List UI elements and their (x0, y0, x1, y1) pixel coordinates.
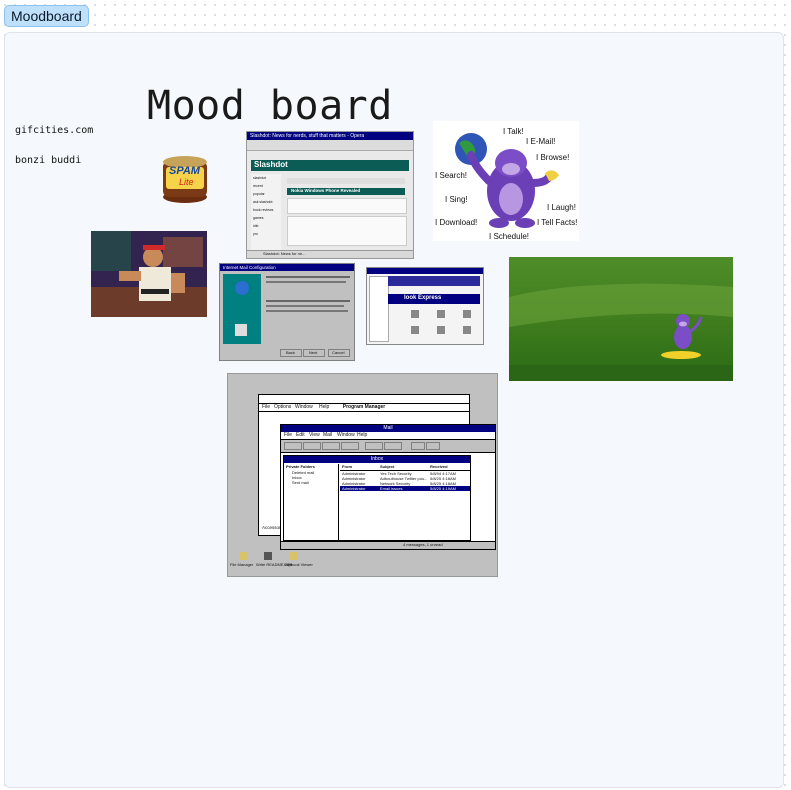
bonzi-speech: I E-Mail! (526, 137, 556, 146)
bonzi-speech: I Download! (435, 218, 478, 227)
bonzi-speech: I Browse! (536, 153, 570, 162)
back-button[interactable]: Back (286, 350, 295, 355)
folder-item[interactable]: Sent mail (292, 480, 309, 485)
mail-menu-file[interactable]: File (284, 432, 292, 438)
inbox-title: Inbox (284, 456, 470, 463)
file-manager-icon[interactable] (234, 552, 254, 560)
win31-mail-screenshot[interactable]: Program Manager File Options Window Help… (227, 373, 498, 577)
internet-mail-config-screenshot[interactable]: Internet Mail Configuration Back Next Ca… (219, 263, 355, 361)
bonzi-speech: I Sing! (445, 195, 468, 204)
outlook-express-screenshot[interactable]: look Express (366, 267, 484, 345)
slashdot-logo: Slashdot (254, 160, 288, 169)
next-button[interactable]: Next (309, 350, 317, 355)
ie-config-title: Internet Mail Configuration (220, 264, 354, 271)
cancel-button[interactable]: Cancel (332, 350, 344, 355)
sidebar-link[interactable]: book reviews (253, 208, 273, 212)
accessories-group[interactable]: Accessori (262, 525, 282, 530)
folders-header: Private Folders (286, 464, 315, 469)
mail-menu-window[interactable]: Window (337, 432, 355, 438)
pm-menu-help[interactable]: Help (319, 404, 329, 410)
mail-menu-mail[interactable]: Mail (323, 432, 332, 438)
moodboard-frame: Mood board gifcities.com bonzi buddi SPA… (4, 32, 784, 788)
clipbook-icon[interactable] (290, 552, 298, 560)
bonzi-speech: I Tell Facts! (537, 218, 578, 227)
bonzi-speech: I Laugh! (547, 203, 576, 212)
inbox-window: Inbox Private Folders Deleted mail Inbox… (283, 455, 471, 541)
slashdot-headline: Nokia Windows Phone Revealed (291, 188, 361, 193)
slashdot-headline-bar: Nokia Windows Phone Revealed (287, 188, 405, 195)
spam-can-image[interactable]: SPAM Lite (159, 153, 211, 205)
column-subject[interactable]: Subject (380, 464, 394, 469)
mail-toolbar (281, 440, 495, 453)
slashdot-window-title: Slashdot: News for nerds, stuff that mat… (247, 132, 413, 140)
message-from: Administrator (342, 486, 366, 491)
column-received[interactable]: Received (430, 464, 448, 469)
message-subject: Email issues (380, 486, 403, 491)
sidebar-link[interactable]: recent (253, 184, 263, 188)
bonzi-speech: I Search! (435, 171, 468, 180)
sidebar-link[interactable]: idle (253, 224, 258, 228)
sidebar-link[interactable]: slashdot (253, 176, 266, 180)
sidebar-link[interactable]: games (253, 216, 264, 220)
desktop-icon-label: Clipbook Viewer (284, 562, 313, 567)
mail-window: Mail File Edit View Mail Window Help Inb… (280, 424, 496, 550)
spam-brand: SPAM (169, 165, 200, 177)
board-title: Mood board (147, 83, 393, 129)
outlook-title: look Express (404, 295, 442, 301)
column-from[interactable]: From (342, 464, 352, 469)
slashdot-screenshot[interactable]: Slashdot: News for nerds, stuff that mat… (246, 131, 414, 259)
pm-menu-options[interactable]: Options (274, 404, 291, 410)
message-row-selected[interactable]: Administrator Email issues 5/8/25 4:19AM (340, 486, 470, 491)
mail-menu-view[interactable]: View (309, 432, 320, 438)
slashdot-header: Slashdot (251, 160, 409, 171)
opera-tab[interactable]: Slashdot: News for ne... (263, 251, 305, 256)
street-fighter-image[interactable] (91, 231, 207, 317)
write-icon[interactable] (264, 552, 272, 560)
note-gifcities[interactable]: gifcities.com (15, 125, 93, 136)
mail-menu-edit[interactable]: Edit (296, 432, 305, 438)
mail-menu-help[interactable]: Help (357, 432, 367, 438)
sidebar-link[interactable]: yro (253, 232, 258, 236)
slashdot-sidebar: slashdot recent popular ask slashdot boo… (251, 174, 281, 252)
bonzi-speech: I Talk! (503, 127, 524, 136)
desktop-icon-label: File Manager (230, 562, 254, 567)
mail-title: Mail (281, 425, 495, 432)
spam-sub: Lite (179, 177, 194, 187)
pm-menu-file[interactable]: File (262, 404, 270, 410)
bonzi-speech: I Schedule! (489, 232, 530, 241)
sidebar-link[interactable]: popular (253, 192, 265, 196)
pm-menu-window[interactable]: Window (295, 404, 313, 410)
message-received: 5/8/25 4:19AM (430, 486, 457, 491)
bonzi-promo-image[interactable]: I Talk! I E-Mail! I Browse! I Search! I … (433, 121, 579, 241)
bliss-wallpaper-image[interactable] (509, 257, 733, 381)
sidebar-link[interactable]: ask slashdot (253, 200, 272, 204)
moodboard-tag[interactable]: Moodboard (4, 5, 89, 27)
note-bonzi[interactable]: bonzi buddi (15, 155, 81, 166)
mail-status: 4 messages, 1 unread (403, 542, 443, 547)
